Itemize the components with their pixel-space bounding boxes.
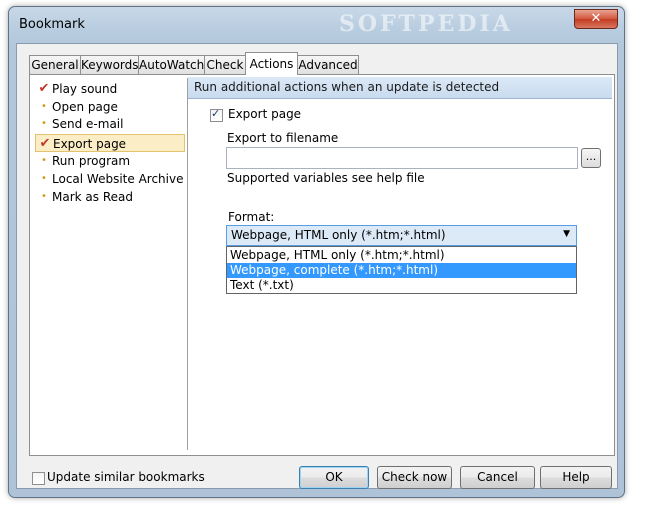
- bullet-icon: •: [41, 191, 47, 202]
- update-similar-label: Update similar bookmarks: [47, 470, 205, 484]
- ok-button[interactable]: OK: [299, 466, 369, 489]
- list-item-label: Open page: [52, 100, 118, 114]
- export-page-label: Export page: [228, 107, 302, 121]
- list-item-label: Mark as Read: [52, 190, 133, 204]
- cancel-button[interactable]: Cancel: [460, 466, 535, 489]
- actions-list: ✔ Play sound • Open page • Send e-mail ✔…: [33, 78, 188, 450]
- bullet-icon: •: [41, 155, 47, 166]
- close-button[interactable]: ✕: [574, 9, 618, 29]
- action-header-text: Run additional actions when an update is…: [194, 80, 500, 94]
- bookmark-window: Bookmark SOFTPEDIA ✕ General Keywords Au…: [8, 6, 625, 498]
- list-item-local-website-archive[interactable]: • Local Website Archive: [35, 170, 185, 188]
- tab-actions[interactable]: Actions: [245, 52, 298, 75]
- format-option-text[interactable]: Text (*.txt): [227, 278, 576, 293]
- window-title: Bookmark: [19, 17, 85, 32]
- format-select[interactable]: Webpage, HTML only (*.htm;*.html) ▼: [226, 225, 577, 246]
- bullet-icon: •: [41, 101, 47, 112]
- list-item-label: Local Website Archive: [52, 172, 184, 186]
- list-item-open-page[interactable]: • Open page: [35, 98, 185, 116]
- browse-button[interactable]: ...: [581, 148, 601, 168]
- tab-keywords[interactable]: Keywords: [80, 55, 139, 74]
- tab-autowatch[interactable]: AutoWatch: [138, 55, 205, 74]
- list-item-run-program[interactable]: • Run program: [35, 152, 185, 170]
- list-item-mark-as-read[interactable]: • Mark as Read: [35, 188, 185, 206]
- tab-check[interactable]: Check: [204, 55, 246, 74]
- tab-general[interactable]: General: [29, 55, 81, 74]
- tab-advanced[interactable]: Advanced: [297, 55, 359, 74]
- list-item-label: Export page: [53, 137, 127, 151]
- list-item-label: Send e-mail: [52, 117, 124, 131]
- format-dropdown-list: Webpage, HTML only (*.htm;*.html) Webpag…: [226, 246, 577, 294]
- dropdown-arrow-icon[interactable]: ▼: [563, 229, 570, 239]
- softpedia-watermark: SOFTPEDIA: [339, 11, 513, 37]
- export-page-checkbox[interactable]: [210, 107, 223, 122]
- format-selected-value: Webpage, HTML only (*.htm;*.html): [231, 228, 446, 242]
- check-mark-icon: ✔: [39, 136, 51, 151]
- format-option-html-only[interactable]: Webpage, HTML only (*.htm;*.html): [227, 248, 576, 263]
- list-item-send-email[interactable]: • Send e-mail: [35, 115, 185, 133]
- export-filename-label: Export to filename: [227, 131, 339, 145]
- action-header: Run additional actions when an update is…: [188, 77, 612, 99]
- format-label: Format:: [228, 210, 275, 224]
- dialog-client-area: General Keywords AutoWatch Check Actions…: [16, 43, 618, 489]
- actions-tab-panel: ✔ Play sound • Open page • Send e-mail ✔…: [29, 74, 615, 456]
- list-item-export-page[interactable]: ✔ Export page: [35, 134, 185, 152]
- list-item-play-sound[interactable]: ✔ Play sound: [35, 80, 185, 98]
- update-similar-checkbox[interactable]: [32, 472, 45, 485]
- check-now-button[interactable]: Check now: [377, 466, 452, 489]
- check-mark-icon: ✔: [38, 81, 50, 96]
- help-button[interactable]: Help: [540, 466, 612, 489]
- bullet-icon: •: [41, 118, 47, 129]
- title-bar[interactable]: Bookmark SOFTPEDIA ✕: [9, 7, 624, 41]
- help-text: Supported variables see help file: [227, 171, 425, 185]
- format-option-complete[interactable]: Webpage, complete (*.htm;*.html): [227, 263, 576, 278]
- bullet-icon: •: [41, 173, 47, 184]
- export-filename-input[interactable]: [226, 147, 578, 169]
- list-item-label: Run program: [52, 154, 131, 168]
- list-item-label: Play sound: [52, 82, 118, 96]
